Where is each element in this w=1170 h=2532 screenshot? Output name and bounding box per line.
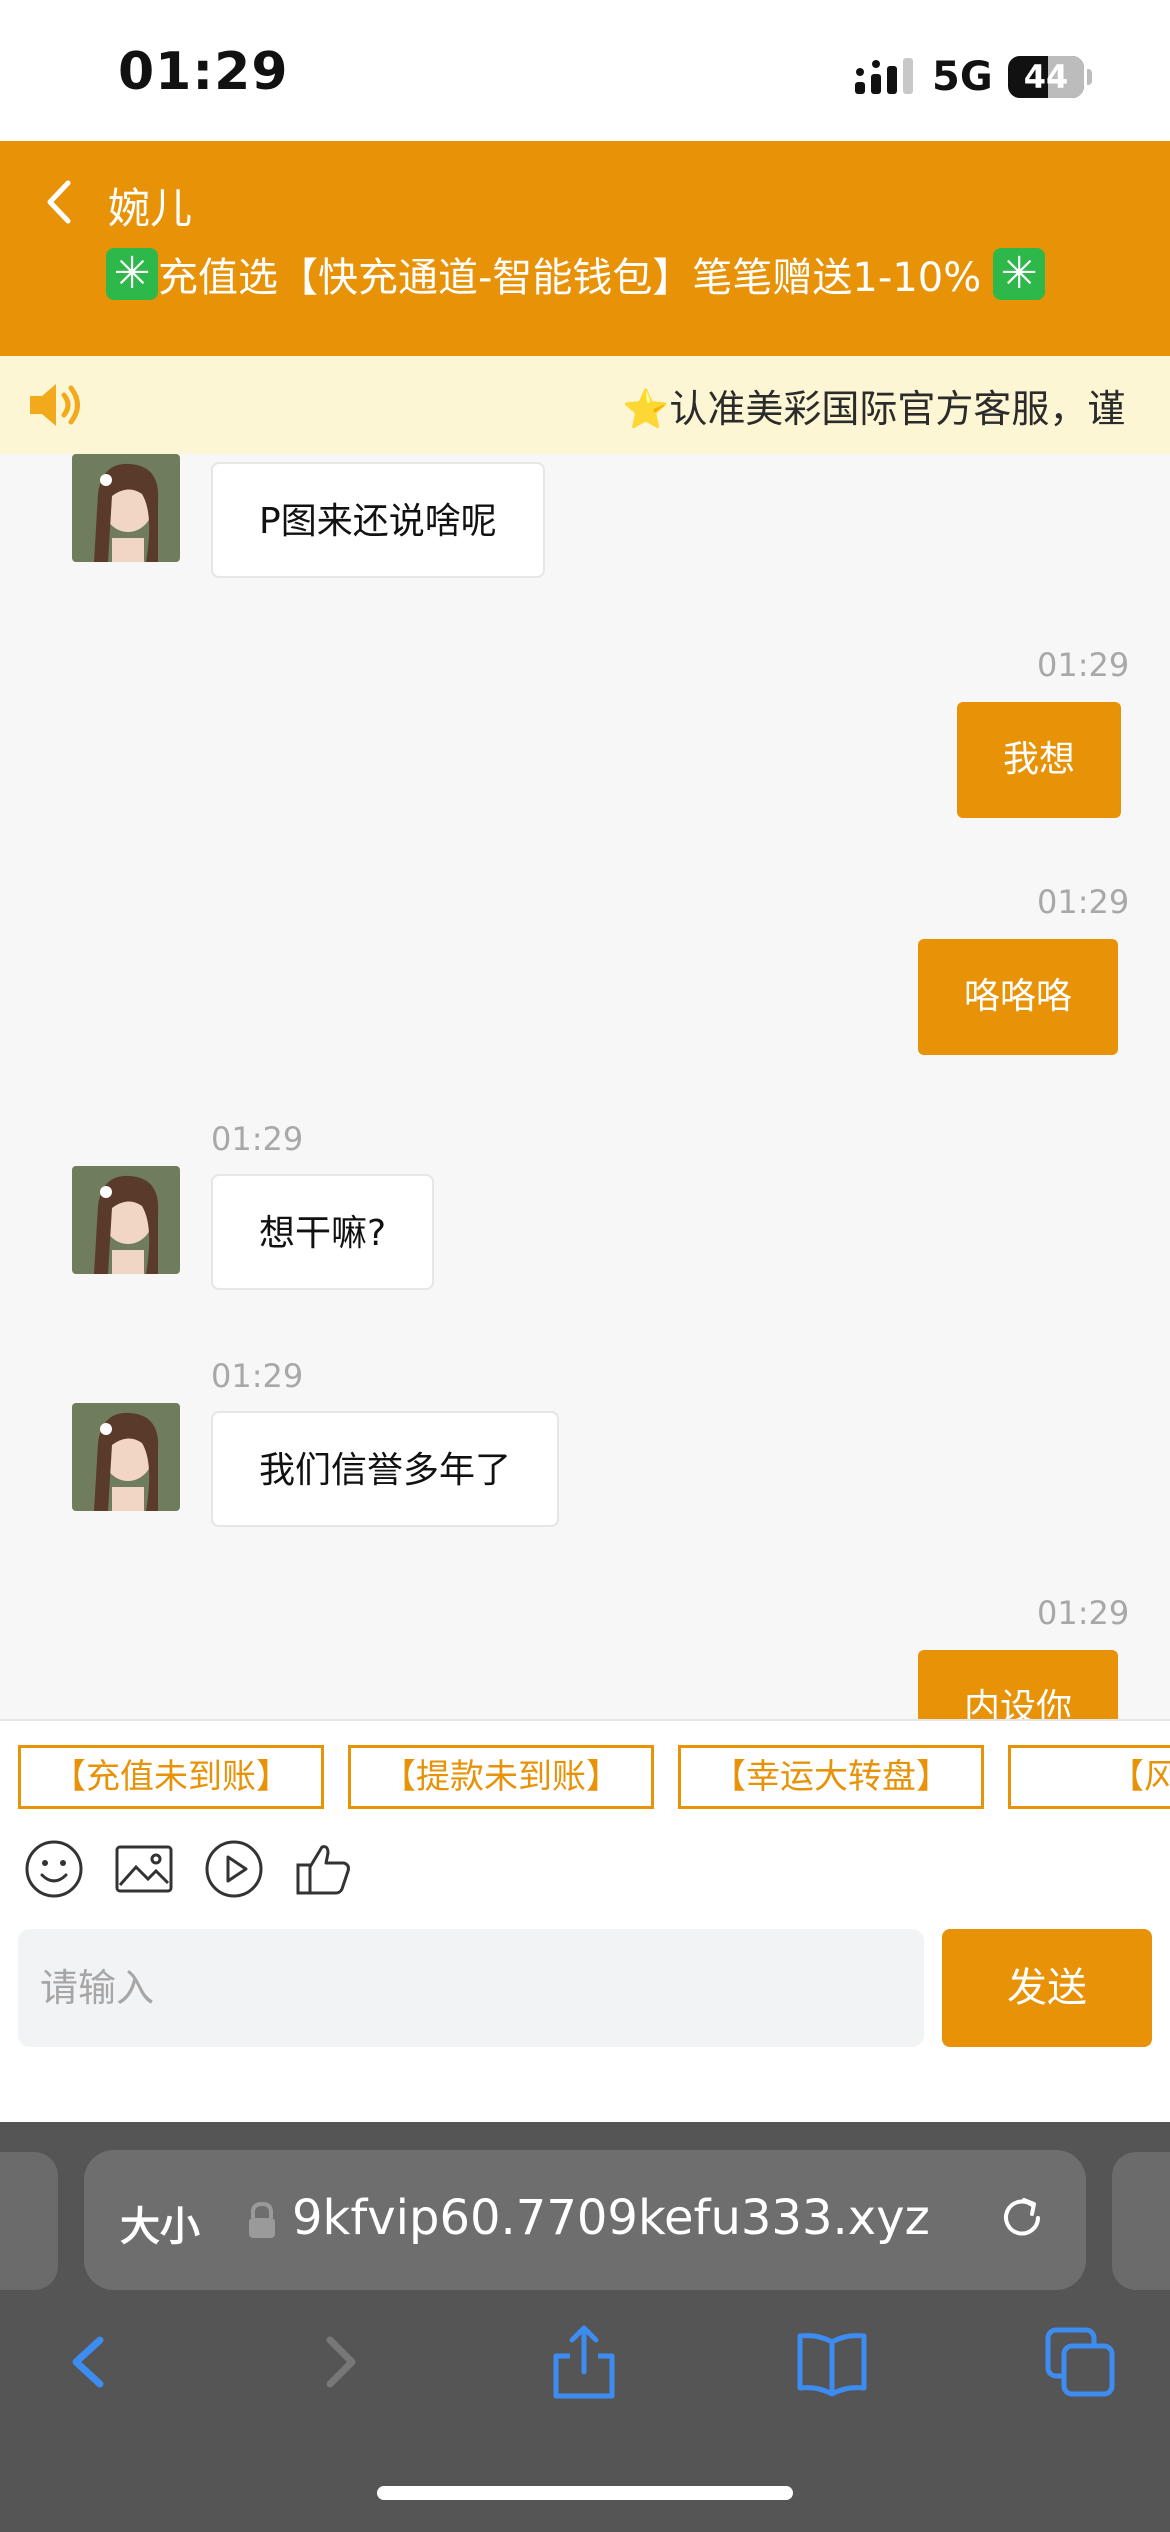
back-chevron-icon[interactable]	[36, 177, 86, 227]
sparkle-icon: ✳	[106, 248, 158, 300]
forward-icon[interactable]	[300, 2322, 380, 2402]
message-time: 01:29	[1037, 883, 1130, 921]
promo-banner: ✳ 充值选【快充通道-智能钱包】笔笔赠送1-10% ✳	[106, 245, 1046, 303]
agent-avatar[interactable]	[72, 1166, 180, 1274]
text-size-button[interactable]: 大小	[120, 2194, 200, 2252]
emoji-icon[interactable]	[24, 1839, 84, 1899]
message-input-row: 发送	[0, 1929, 1170, 2122]
input-toolbar	[0, 1809, 1170, 1929]
url-text[interactable]: 9kfvip60.7709kefu333.xyz	[292, 2190, 1032, 2246]
message-time: 01:29	[1037, 1594, 1130, 1632]
status-time: 01:29	[118, 42, 289, 102]
agent-avatar[interactable]	[72, 1403, 180, 1511]
reload-icon[interactable]	[992, 2188, 1052, 2248]
tabs-icon[interactable]	[1040, 2322, 1120, 2402]
browser-toolbar: 大小 9kfvip60.7709kefu333.xyz	[0, 2122, 1170, 2532]
notice-text: ⭐认准美彩国际官方客服，谨	[622, 387, 1126, 431]
message-time: 01:29	[211, 1120, 304, 1158]
message-bubble[interactable]: 我想	[957, 702, 1122, 818]
chat-area[interactable]: P图来还说啥呢 01:29 我想 01:29 咯咯咯 01:29 想干嘛? 01…	[0, 454, 1170, 1719]
chat-header: 婉儿 ✳ 充值选【快充通道-智能钱包】笔笔赠送1-10% ✳	[0, 141, 1170, 356]
message-bubble[interactable]: 想干嘛?	[211, 1174, 435, 1290]
video-icon[interactable]	[204, 1839, 264, 1899]
next-tab-preview[interactable]	[1112, 2152, 1170, 2290]
message-time: 01:29	[1037, 646, 1130, 684]
battery-icon: 44	[1008, 56, 1084, 98]
previous-tab-preview[interactable]	[0, 2152, 58, 2290]
quick-reply-button[interactable]: 【提款未到账】	[348, 1745, 654, 1809]
status-bar: 01:29 5G 44	[0, 0, 1170, 141]
message-bubble[interactable]: 内设你	[918, 1650, 1119, 1719]
address-bar[interactable]: 大小 9kfvip60.7709kefu333.xyz	[84, 2150, 1086, 2290]
back-icon[interactable]	[48, 2322, 128, 2402]
quick-reply-button[interactable]: 【风暴	[1008, 1745, 1170, 1809]
share-icon[interactable]	[544, 2322, 624, 2402]
lock-icon	[249, 2201, 275, 2238]
send-button[interactable]: 发送	[942, 1929, 1152, 2047]
battery-level: 44	[1023, 58, 1069, 96]
contact-name: 婉儿	[108, 184, 193, 233]
message-time: 01:29	[211, 1357, 304, 1395]
network-type: 5G	[932, 54, 993, 100]
agent-avatar[interactable]	[72, 454, 180, 562]
sparkle-icon: ✳	[993, 248, 1046, 300]
message-bubble[interactable]: 咯咯咯	[918, 939, 1119, 1055]
thumbs-up-icon[interactable]	[294, 1839, 354, 1899]
quick-reply-bar[interactable]: 【充值未到账】 【提款未到账】 【幸运大转盘】 【风暴	[0, 1719, 1170, 1811]
message-input[interactable]	[18, 1929, 924, 2047]
notice-marquee: ⭐认准美彩国际官方客服，谨	[0, 356, 1170, 454]
message-bubble[interactable]: P图来还说啥呢	[211, 462, 545, 578]
quick-reply-button[interactable]: 【充值未到账】	[18, 1745, 324, 1809]
image-icon[interactable]	[114, 1839, 174, 1899]
cellular-signal-icon	[855, 58, 913, 94]
message-bubble[interactable]: 我们信誉多年了	[211, 1411, 560, 1527]
speaker-icon	[30, 384, 80, 426]
quick-reply-button[interactable]: 【幸运大转盘】	[678, 1745, 984, 1809]
home-indicator	[377, 2486, 793, 2500]
bookmarks-icon[interactable]	[792, 2322, 872, 2402]
promo-text: 充值选【快充通道-智能钱包】笔笔赠送1-10%	[158, 255, 982, 301]
